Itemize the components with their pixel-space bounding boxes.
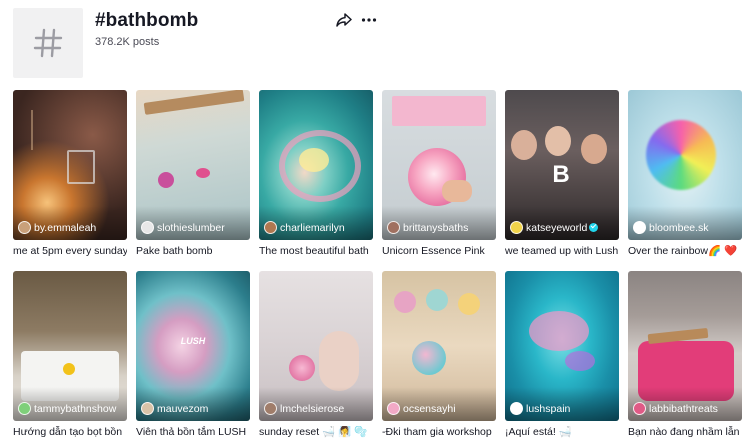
video-card[interactable]: by.emmaleah me at 5pm every sunday [13, 90, 127, 258]
avatar [264, 402, 277, 415]
author-username: lushspain [526, 402, 571, 415]
more-options-button[interactable] [360, 11, 378, 29]
avatar [510, 221, 523, 234]
author-username: by.emmaleah [34, 221, 97, 234]
video-caption[interactable]: sunday reset 🛁 🧖‍♀️ 🫧 [259, 426, 373, 439]
avatar [510, 402, 523, 415]
video-card[interactable]: slothieslumber Pake bath bomb [136, 90, 250, 258]
video-thumbnail[interactable]: bloombee.sk [628, 90, 742, 240]
video-caption[interactable]: Pake bath bomb [136, 245, 250, 258]
video-thumbnail[interactable]: slothieslumber [136, 90, 250, 240]
video-author[interactable]: katseyeworld [510, 221, 599, 234]
video-author[interactable]: tammybathnshow [18, 402, 116, 415]
video-thumbnail[interactable]: LUSH mauvezom [136, 271, 250, 421]
video-caption[interactable]: ¡Aquí está! 🛁 [505, 426, 619, 439]
video-caption[interactable]: Bạn nào đang nhầm lẫn [628, 426, 742, 439]
overlay-text: LUSH [180, 336, 206, 346]
author-username: charliemarilyn [280, 221, 345, 234]
video-card[interactable]: lmchelsierose sunday reset 🛁 🧖‍♀️ 🫧 [259, 271, 373, 439]
video-author[interactable]: ocsensayhi [387, 402, 456, 415]
video-thumbnail[interactable]: lmchelsierose [259, 271, 373, 421]
video-thumbnail[interactable]: tammybathnshow [13, 271, 127, 421]
hashtag-icon [33, 28, 63, 58]
overlay-text-box [392, 96, 486, 126]
video-caption[interactable]: The most beautiful bath [259, 245, 373, 258]
share-button[interactable] [335, 11, 353, 29]
video-thumbnail[interactable]: ocsensayhi [382, 271, 496, 421]
video-thumbnail[interactable]: by.emmaleah [13, 90, 127, 240]
video-thumbnail[interactable]: labbibathtreats [628, 271, 742, 421]
avatar [264, 221, 277, 234]
video-caption[interactable]: Unicorn Essence Pink [382, 245, 496, 258]
video-caption[interactable]: we teamed up with Lush [505, 245, 619, 258]
video-thumbnail[interactable]: B katseyeworld [505, 90, 619, 240]
avatar [18, 402, 31, 415]
video-author[interactable]: charliemarilyn [264, 221, 345, 234]
video-card[interactable]: B katseyeworld we teamed up with Lush [505, 90, 619, 258]
video-author[interactable]: lushspain [510, 402, 570, 415]
avatar [633, 221, 646, 234]
author-username: slothieslumber [157, 221, 225, 234]
video-caption[interactable]: -Đki tham gia workshop [382, 426, 496, 439]
video-grid: by.emmaleah me at 5pm every sunday sloth… [13, 90, 745, 439]
avatar [633, 402, 646, 415]
video-author[interactable]: mauvezom [141, 402, 208, 415]
video-card[interactable]: labbibathtreats Bạn nào đang nhầm lẫn [628, 271, 742, 439]
video-card[interactable]: ocsensayhi -Đki tham gia workshop [382, 271, 496, 439]
author-username: ocsensayhi [403, 402, 456, 415]
author-username: mauvezom [157, 402, 209, 415]
video-card[interactable]: brittanysbaths Unicorn Essence Pink [382, 90, 496, 258]
video-card[interactable]: bloombee.sk Over the rainbow🌈 ❤️ [628, 90, 742, 258]
video-caption[interactable]: Viên thả bồn tắm LUSH [136, 426, 250, 439]
video-author[interactable]: bloombee.sk [633, 221, 709, 234]
video-author[interactable]: brittanysbaths [387, 221, 468, 234]
video-caption[interactable]: Over the rainbow🌈 ❤️ [628, 245, 742, 258]
avatar [141, 221, 154, 234]
author-username: brittanysbaths [403, 221, 469, 234]
video-author[interactable]: lmchelsierose [264, 402, 344, 415]
share-icon [336, 13, 352, 27]
hashtag-avatar [13, 8, 83, 78]
video-thumbnail[interactable]: charliemarilyn [259, 90, 373, 240]
video-author[interactable]: labbibathtreats [633, 402, 718, 415]
avatar [141, 402, 154, 415]
author-username: lmchelsierose [280, 402, 345, 415]
video-card[interactable]: charliemarilyn The most beautiful bath [259, 90, 373, 258]
hashtag-header: #bathbomb 378.2K posts [13, 8, 737, 80]
author-username: bloombee.sk [649, 221, 709, 234]
video-thumbnail[interactable]: brittanysbaths [382, 90, 496, 240]
video-card[interactable]: tammybathnshow Hướng dẫn tạo bọt bồn [13, 271, 127, 439]
posts-count: 378.2K posts [95, 36, 160, 48]
video-author[interactable]: by.emmaleah [18, 221, 96, 234]
page-title: #bathbomb [95, 10, 199, 31]
author-username: labbibathtreats [649, 402, 718, 415]
video-author[interactable]: slothieslumber [141, 221, 225, 234]
avatar [18, 221, 31, 234]
avatar [387, 221, 400, 234]
video-caption[interactable]: Hướng dẫn tạo bọt bồn [13, 426, 127, 439]
video-card[interactable]: LUSH mauvezom Viên thả bồn tắm LUSH [136, 271, 250, 439]
video-card[interactable]: lushspain ¡Aquí está! 🛁 [505, 271, 619, 439]
author-username: tammybathnshow [34, 402, 117, 415]
verified-badge-icon [589, 223, 599, 232]
video-thumbnail[interactable]: lushspain [505, 271, 619, 421]
video-caption[interactable]: me at 5pm every sunday [13, 245, 127, 258]
author-username: katseyeworld [526, 221, 588, 234]
avatar [387, 402, 400, 415]
more-dots-icon [361, 18, 377, 22]
